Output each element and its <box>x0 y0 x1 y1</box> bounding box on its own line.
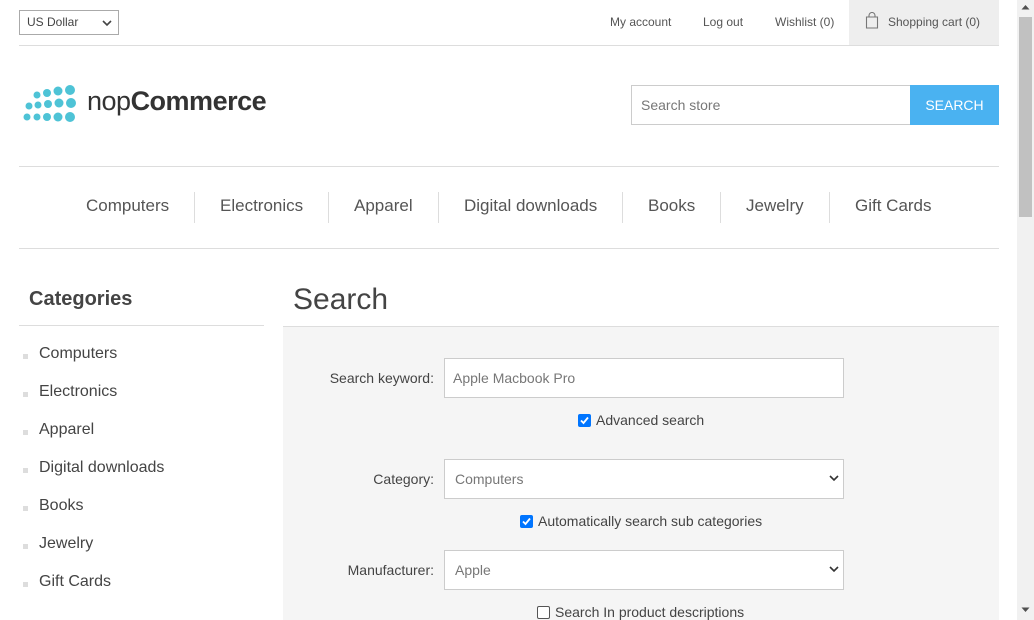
store-search-button[interactable]: SEARCH <box>910 85 999 125</box>
vertical-scrollbar[interactable] <box>1017 0 1034 620</box>
category-label: Category: <box>373 471 434 487</box>
category-select[interactable]: Computers <box>444 459 844 499</box>
menu-separator <box>194 192 195 223</box>
sidebar-item-label: Books <box>39 497 84 514</box>
bullet-icon <box>23 392 28 397</box>
manufacturer-label: Manufacturer: <box>347 562 434 578</box>
shopping-cart-label: Shopping cart (0) <box>888 15 981 29</box>
search-descriptions-label: Search In product descriptions <box>555 604 745 620</box>
menu-item-gift-cards[interactable]: Gift Cards <box>855 167 932 248</box>
top-menu: Computers Electronics Apparel Digital do… <box>19 166 999 249</box>
shopping-cart-link[interactable]: Shopping cart (0) <box>849 0 999 45</box>
manufacturer-select-value: Apple <box>455 562 491 578</box>
menu-item-digital-downloads[interactable]: Digital downloads <box>464 167 597 248</box>
store-logo[interactable]: nopCommerce <box>21 84 271 128</box>
log-out-link[interactable]: Log out <box>703 0 743 45</box>
chevron-down-icon <box>829 475 839 482</box>
sidebar-item-label: Gift Cards <box>39 573 112 590</box>
header-links-bar: US Dollar My account Log out Wishlist (0… <box>19 0 999 46</box>
category-select-value: Computers <box>455 471 524 487</box>
bullet-icon <box>23 544 28 549</box>
chevron-down-icon <box>829 566 839 573</box>
shopping-bag-icon <box>865 12 879 29</box>
auto-subcategories-label: Automatically search sub categories <box>538 513 763 529</box>
bullet-icon <box>23 430 28 435</box>
store-search-input[interactable]: Search store <box>631 85 911 125</box>
sidebar-divider <box>19 325 264 326</box>
menu-item-computers[interactable]: Computers <box>86 167 169 248</box>
sidebar-item-label: Apparel <box>39 421 95 438</box>
menu-item-books[interactable]: Books <box>648 167 695 248</box>
page-title: Search <box>293 283 389 316</box>
bullet-icon <box>23 582 28 587</box>
auto-subcategories-checkbox[interactable] <box>520 515 533 528</box>
menu-separator <box>829 192 830 223</box>
currency-select-value: US Dollar <box>27 15 79 29</box>
chevron-down-icon <box>102 20 112 27</box>
search-keyword-input[interactable]: Apple Macbook Pro <box>444 358 844 398</box>
menu-separator <box>622 192 623 223</box>
my-account-link[interactable]: My account <box>610 0 671 45</box>
bullet-icon <box>23 468 28 473</box>
sidebar-item-label: Jewelry <box>39 535 94 552</box>
check-icon <box>522 517 531 526</box>
menu-separator <box>328 192 329 223</box>
logo-text: nopCommerce <box>87 86 267 116</box>
currency-select[interactable]: US Dollar <box>19 10 119 35</box>
menu-separator <box>720 192 721 223</box>
sidebar-item-label: Electronics <box>39 383 118 400</box>
advanced-search-checkbox[interactable] <box>578 414 591 427</box>
sidebar-item-label: Digital downloads <box>39 459 165 476</box>
menu-item-apparel[interactable]: Apparel <box>354 167 413 248</box>
search-descriptions-checkbox[interactable] <box>537 606 550 619</box>
bullet-icon <box>23 354 28 359</box>
scrollbar-thumb[interactable] <box>1019 17 1032 217</box>
sidebar-item-label: Computers <box>39 345 118 362</box>
manufacturer-select[interactable]: Apple <box>444 550 844 590</box>
search-keyword-label: Search keyword: <box>329 370 434 386</box>
sidebar-title: Categories <box>29 288 133 310</box>
bullet-icon <box>23 506 28 511</box>
menu-separator <box>438 192 439 223</box>
wishlist-link[interactable]: Wishlist (0) <box>775 0 834 45</box>
logo-dots-icon <box>23 85 76 122</box>
menu-item-electronics[interactable]: Electronics <box>220 167 303 248</box>
scroll-down-arrow-icon[interactable] <box>1021 607 1030 613</box>
scroll-up-arrow-icon[interactable] <box>1021 4 1030 10</box>
menu-item-jewelry[interactable]: Jewelry <box>746 167 804 248</box>
check-icon <box>580 416 589 425</box>
advanced-search-label: Advanced search <box>596 412 705 428</box>
page: US Dollar My account Log out Wishlist (0… <box>0 0 1017 620</box>
